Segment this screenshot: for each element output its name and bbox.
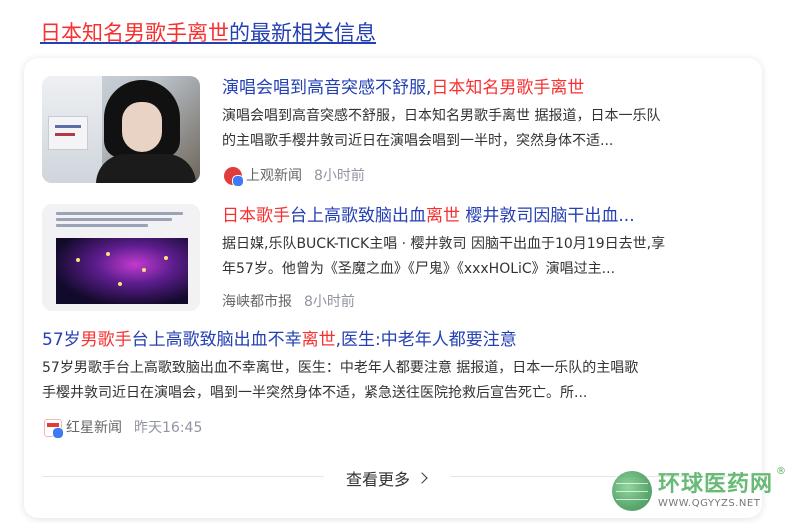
news-source-3[interactable]: 红星新闻 昨天16:45 (44, 418, 203, 439)
watermark-url: WWW.QGYYZS.NET (658, 498, 761, 509)
divider-left (42, 476, 324, 477)
news-snippet-1: 演唱会唱到高音突感不舒服，日本知名男歌手离世 据报道，日本一乐队 的主唱歌手樱井… (222, 108, 661, 149)
watermark: 环球医药网 WWW.QGYYZS.NET ® (612, 466, 788, 516)
see-more-button[interactable]: 查看更多 (346, 466, 428, 490)
news-source-1[interactable]: 上观新闻 8小时前 (224, 166, 365, 187)
news-title-1[interactable]: 演唱会唱到高音突感不舒服,日本知名男歌手离世 (222, 76, 584, 100)
news-title-3[interactable]: 57岁男歌手台上高歌致脑出血不幸离世,医生:中老年人都要注意 (42, 328, 517, 352)
section-title-rest: 的最新相关信息 (229, 21, 376, 45)
globe-logo-icon (612, 471, 652, 511)
news-snippet-2: 据日媒,乐队BUCK-TICK主唱 · 樱井敦司 因脑干出血于10月19日去世,… (222, 236, 666, 277)
registered-mark: ® (776, 466, 786, 477)
news-thumbnail-concert[interactable] (42, 204, 200, 311)
news-card: 演唱会唱到高音突感不舒服,日本知名男歌手离世 演唱会唱到高音突感不舒服，日本知名… (24, 58, 762, 518)
source-name: 上观新闻 (246, 168, 302, 184)
news-thumbnail-singer[interactable] (42, 76, 200, 183)
section-title[interactable]: 日本知名男歌手离世的最新相关信息 (40, 18, 376, 48)
previous-content-edge (40, 0, 760, 6)
publish-time: 8小时前 (304, 294, 355, 310)
source-name: 海峡都市报 (222, 294, 292, 310)
hongxing-logo-icon (44, 419, 64, 439)
watermark-name: 环球医药网 (658, 472, 774, 497)
news-title-2[interactable]: 日本歌手台上高歌致脑出血离世 樱井敦司因脑干出血... (222, 204, 635, 228)
chevron-right-icon (416, 472, 428, 484)
see-more-label: 查看更多 (346, 470, 411, 489)
section-title-highlight: 日本知名男歌手离世 (40, 21, 229, 45)
news-snippet-3: 57岁男歌手台上高歌致脑出血不幸离世，医生：中老年人都要注意 据报道，日本一乐队… (42, 360, 639, 401)
shangguan-logo-icon (224, 167, 244, 187)
news-source-2[interactable]: 海峡都市报 8小时前 (222, 292, 355, 312)
source-name: 红星新闻 (66, 420, 122, 436)
publish-time: 8小时前 (314, 168, 365, 184)
publish-time: 昨天16:45 (134, 420, 203, 436)
